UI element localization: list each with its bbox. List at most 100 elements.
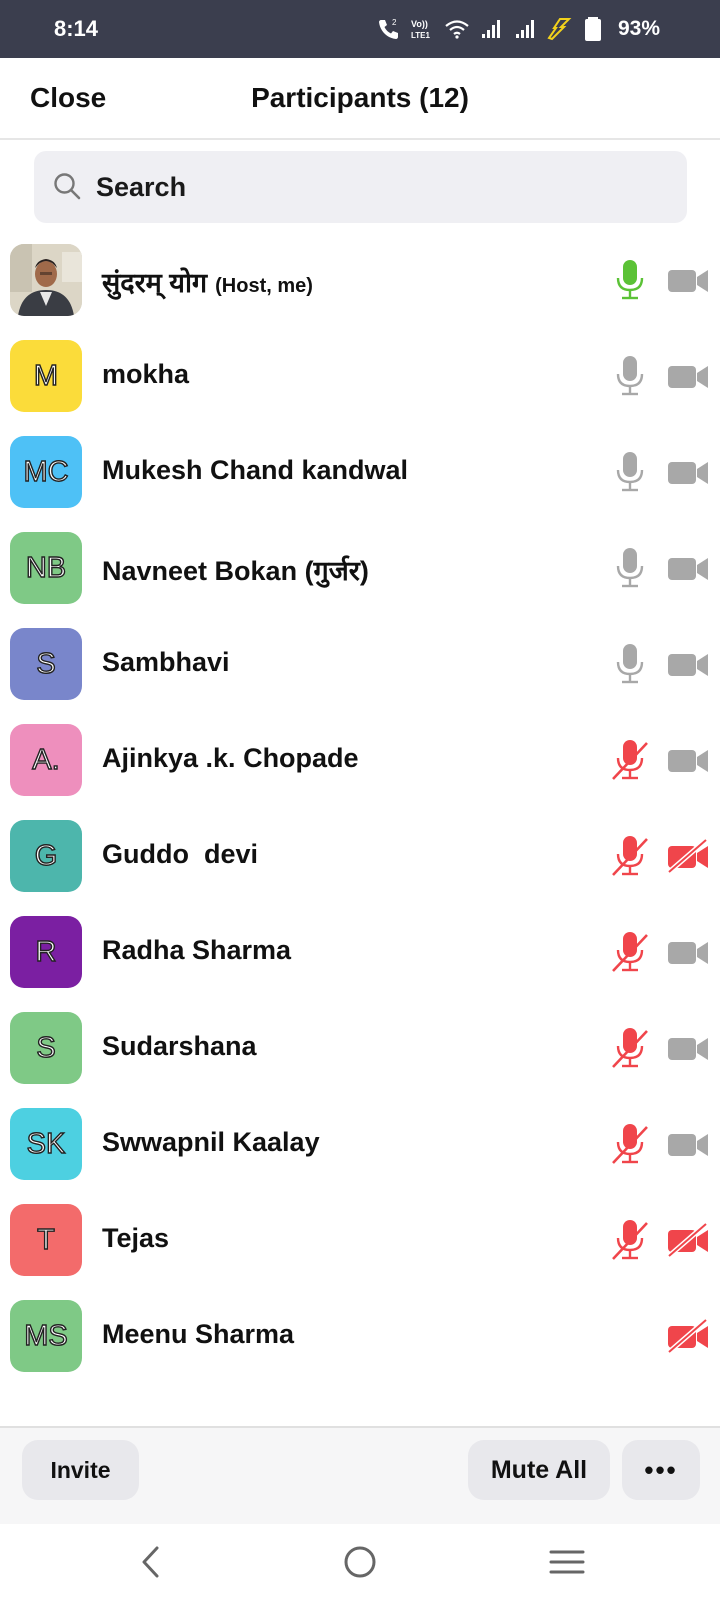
avatar-initials: G [34, 839, 58, 872]
recents-icon[interactable] [547, 1542, 587, 1582]
avatar: SK [10, 1108, 82, 1180]
avatar-initials: MS [24, 1319, 69, 1352]
avatar: T [10, 1204, 82, 1276]
avatar-initials: R [35, 935, 57, 968]
participant-row[interactable]: T Tejas [0, 1193, 720, 1289]
header: Close Participants (12) [0, 58, 720, 140]
video-camera-icon[interactable] [666, 263, 710, 297]
participant-name-text: Ajinkya .k. Chopade [102, 743, 359, 773]
mic-muted-icon[interactable] [608, 1121, 652, 1167]
status-icons: 2 Vo)) LTE1 93% [376, 16, 660, 42]
video-camera-icon[interactable] [666, 647, 710, 681]
signal-icon [481, 20, 500, 38]
participant-row[interactable]: MC Mukesh Chand kandwal [0, 425, 720, 521]
svg-text:2: 2 [392, 18, 397, 27]
svg-text:Vo)): Vo)) [411, 19, 428, 29]
participant-role: (Host, me) [215, 275, 313, 297]
mic-muted-icon[interactable] [608, 833, 652, 879]
call-hd-icon: 2 [378, 18, 398, 39]
participant-row[interactable]: G Guddo devi [0, 809, 720, 905]
avatar-initials: T [36, 1223, 55, 1256]
page-title: Participants (12) [251, 82, 469, 113]
avatar [10, 244, 82, 316]
charging-icon [547, 18, 572, 41]
system-nav-bar [0, 1524, 720, 1600]
svg-text:LTE1: LTE1 [411, 31, 431, 40]
mic-muted-icon[interactable] [608, 737, 652, 783]
participant-name-text: Navneet Bokan (गुर्जर) [102, 556, 369, 586]
video-camera-icon[interactable] [666, 1127, 710, 1161]
participant-name-text: mokha [102, 359, 190, 389]
video-off-icon[interactable] [666, 1319, 710, 1353]
more-options-button[interactable]: ••• [622, 1440, 700, 1500]
participant-row[interactable]: S Sambhavi [0, 617, 720, 713]
microphone-icon[interactable] [608, 545, 652, 591]
participant-name: Guddo devi [102, 839, 258, 870]
microphone-icon[interactable] [608, 449, 652, 495]
participant-name: Mukesh Chand kandwal [102, 455, 408, 486]
participant-name: mokha [102, 359, 189, 390]
participant-row[interactable]: A. Ajinkya .k. Chopade [0, 713, 720, 809]
video-camera-icon[interactable] [666, 935, 710, 969]
participant-row[interactable]: R Radha Sharma [0, 905, 720, 1001]
participant-name-text: Guddo devi [102, 839, 259, 869]
participant-list: सुंदरम् योग (Host, me) Mmokha MC Mukesh Chan… [0, 233, 720, 1385]
video-camera-icon[interactable] [666, 455, 710, 489]
participant-row[interactable]: S Sudarshana [0, 1001, 720, 1097]
status-time: 8:14 [54, 16, 99, 41]
participant-name-text: Tejas [102, 1223, 170, 1253]
avatar: MC [10, 436, 82, 508]
avatar: NB [10, 532, 82, 604]
video-camera-icon[interactable] [666, 1031, 710, 1065]
video-camera-icon[interactable] [666, 551, 710, 585]
participant-row[interactable]: सुंदरम् योग (Host, me) [0, 233, 720, 329]
home-icon[interactable] [340, 1542, 380, 1582]
participant-name: Tejas [102, 1223, 169, 1254]
participant-name: Radha Sharma [102, 935, 291, 966]
mic-muted-icon[interactable] [608, 1025, 652, 1071]
participant-row[interactable]: MS Meenu Sharma [0, 1289, 720, 1385]
status-bar: 8:14 2 Vo)) LTE1 93% [0, 0, 720, 58]
avatar-initials: S [36, 647, 57, 680]
participant-name-text: Sudarshana [102, 1031, 257, 1061]
avatar: MS [10, 1300, 82, 1372]
microphone-icon[interactable] [608, 257, 652, 303]
avatar: M [10, 340, 82, 412]
microphone-icon[interactable] [608, 353, 652, 399]
back-icon[interactable] [132, 1542, 172, 1582]
mic-muted-icon[interactable] [608, 929, 652, 975]
battery-icon [584, 17, 601, 41]
participant-row[interactable]: SK Swwapnil Kaalay [0, 1097, 720, 1193]
invite-button[interactable]: Invite [22, 1440, 139, 1500]
avatar-initials: NB [25, 551, 67, 584]
microphone-icon[interactable] [608, 641, 652, 687]
video-camera-icon[interactable] [666, 359, 710, 393]
bottom-action-bar: Invite Mute All ••• [0, 1426, 720, 1524]
avatar-initials: S [36, 1031, 57, 1064]
participant-name-text: Mukesh Chand kandwal [102, 455, 409, 485]
search-bar[interactable] [34, 151, 687, 223]
host-photo [10, 244, 82, 316]
participant-name: सुंदरम् योग (Host, me) [102, 263, 313, 300]
volte-icon: Vo)) LTE1 [411, 19, 431, 40]
participant-row[interactable]: Mmokha [0, 329, 720, 425]
participant-name: Sudarshana [102, 1031, 257, 1062]
participant-name-text: Radha Sharma [102, 935, 292, 965]
avatar: R [10, 916, 82, 988]
participant-name: Sambhavi [102, 647, 230, 678]
participant-row[interactable]: NB Navneet Bokan (गुर्जर) [0, 521, 720, 617]
video-off-icon[interactable] [666, 839, 710, 873]
video-off-icon[interactable] [666, 1223, 710, 1257]
search-input[interactable] [96, 165, 656, 209]
avatar: S [10, 1012, 82, 1084]
avatar: A. [10, 724, 82, 796]
mute-all-button[interactable]: Mute All [468, 1440, 610, 1500]
wifi-icon [445, 20, 469, 39]
video-camera-icon[interactable] [666, 743, 710, 777]
avatar: S [10, 628, 82, 700]
participant-name: Meenu Sharma [102, 1319, 294, 1350]
avatar-initials: MC [23, 455, 70, 488]
search-icon [54, 173, 81, 200]
mic-muted-icon[interactable] [608, 1217, 652, 1263]
avatar: G [10, 820, 82, 892]
